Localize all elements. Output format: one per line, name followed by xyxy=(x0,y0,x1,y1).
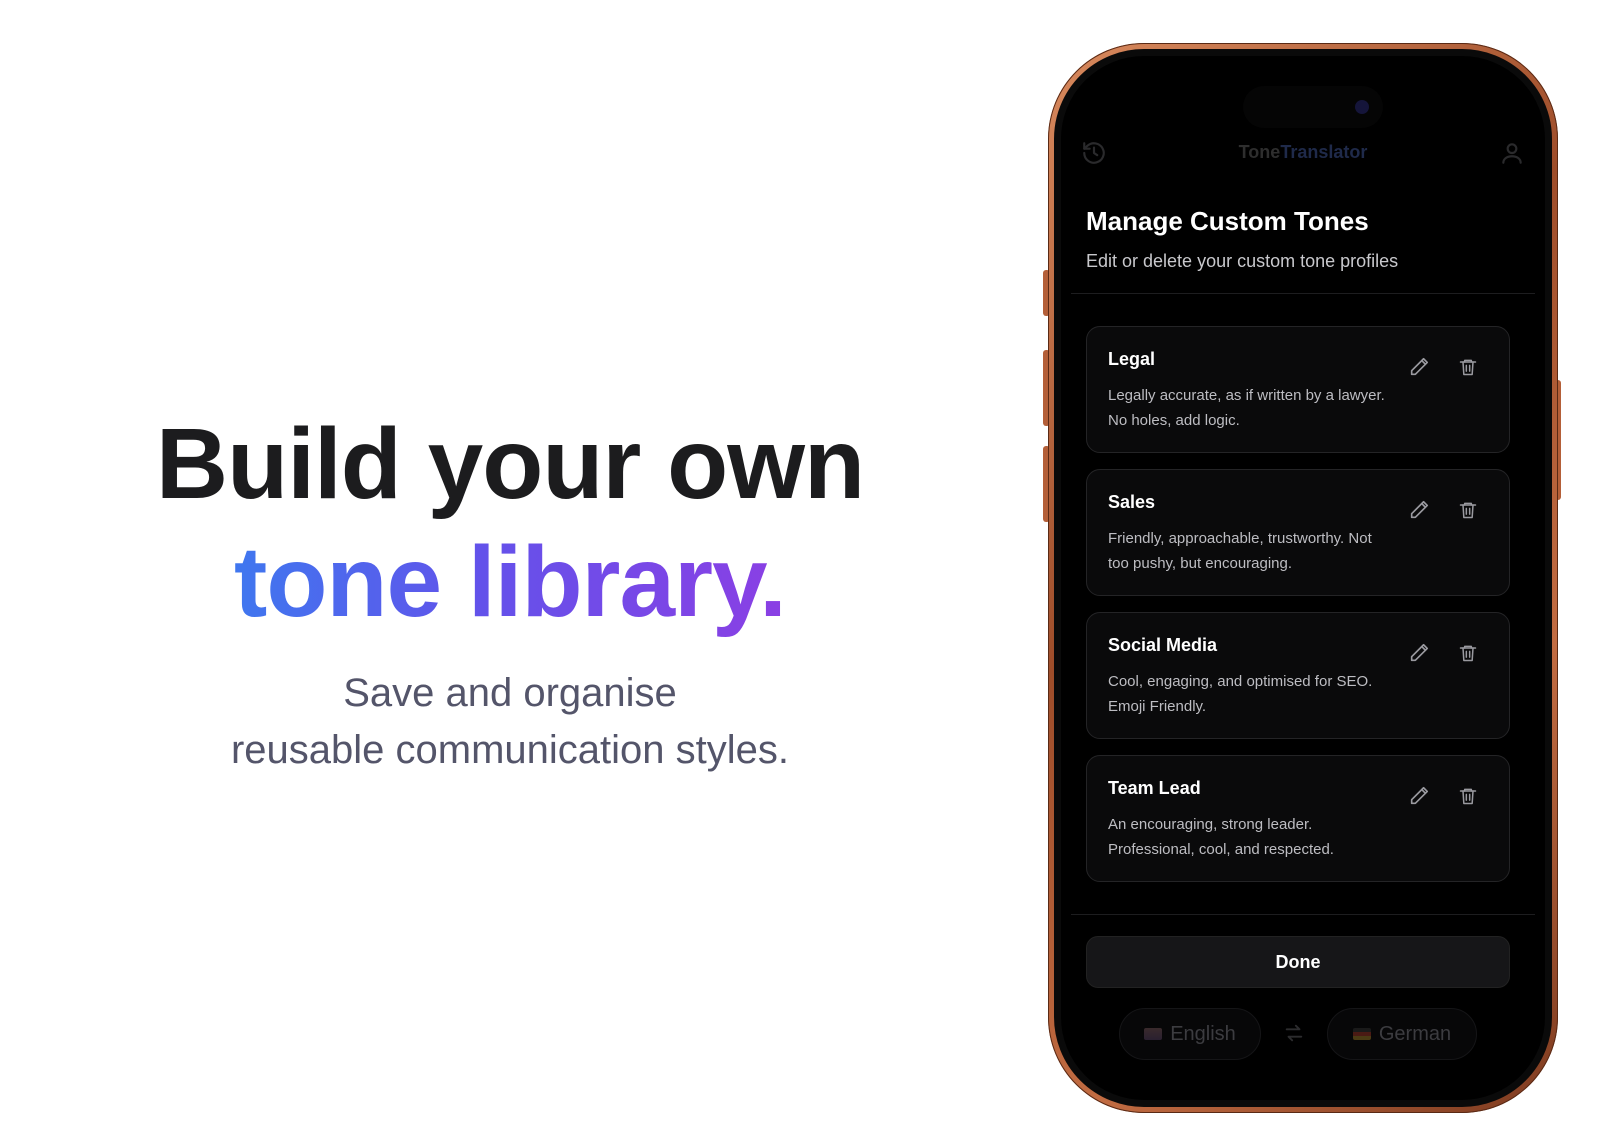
edit-tone-button[interactable] xyxy=(1405,353,1433,381)
done-button[interactable]: Done xyxy=(1086,936,1510,988)
app-title-part1: Tone xyxy=(1238,142,1281,162)
tone-description: An encouraging, strong leader. Professio… xyxy=(1108,816,1334,858)
swap-icon[interactable] xyxy=(1283,1022,1305,1044)
target-language-label: German xyxy=(1378,1022,1452,1045)
tone-card-legal: Legal Legally accurate, as if written by… xyxy=(1086,326,1510,453)
hero-subtitle-line1: Save and organise xyxy=(343,671,677,715)
edit-tone-button[interactable] xyxy=(1405,639,1433,667)
trash-icon xyxy=(1459,359,1477,376)
germany-flag-icon xyxy=(1352,1028,1371,1040)
tone-name: Legal xyxy=(1108,349,1156,369)
tone-card-sales: Sales Friendly, approachable, trustworth… xyxy=(1086,469,1510,596)
target-language-button[interactable]: German xyxy=(1327,1008,1477,1060)
hero-headline-accent: tone library. xyxy=(234,523,787,641)
tone-card-social-media: Social Media Cool, engaging, and optimis… xyxy=(1086,612,1510,739)
app-header: ToneTranslator xyxy=(1061,134,1545,174)
pencil-icon xyxy=(1410,786,1429,805)
user-icon[interactable] xyxy=(1499,140,1525,166)
pencil-icon xyxy=(1410,357,1429,376)
hero-headline: Build your own xyxy=(155,408,865,520)
hero: Build your own tone library. Save and or… xyxy=(90,405,930,779)
source-language-label: English xyxy=(1170,1022,1236,1045)
uk-flag-icon xyxy=(1144,1028,1163,1040)
dynamic-island xyxy=(1243,86,1383,128)
footer-divider xyxy=(1071,914,1535,915)
camera-dot xyxy=(1355,100,1369,114)
language-bar: English German xyxy=(1061,1008,1545,1064)
tone-name: Social Media xyxy=(1108,635,1218,655)
delete-tone-button[interactable] xyxy=(1454,782,1482,810)
sheet-header: Manage Custom Tones Edit or delete your … xyxy=(1086,206,1398,272)
phone-screen: ToneTranslator Manage Custom Tones Edit … xyxy=(1054,49,1552,1107)
delete-tone-button[interactable] xyxy=(1454,496,1482,524)
tone-name: Sales xyxy=(1108,492,1156,512)
pencil-icon xyxy=(1410,500,1429,519)
delete-tone-button[interactable] xyxy=(1454,639,1482,667)
edit-tone-button[interactable] xyxy=(1405,496,1433,524)
delete-tone-button[interactable] xyxy=(1454,353,1482,381)
tone-description: Cool, engaging, and optimised for SEO. E… xyxy=(1108,673,1373,715)
edit-tone-button[interactable] xyxy=(1405,782,1433,810)
tone-list: Legal Legally accurate, as if written by… xyxy=(1086,326,1510,898)
hero-subtitle-line2: reusable communication styles. xyxy=(230,728,790,772)
tone-card-team-lead: Team Lead An encouraging, strong leader.… xyxy=(1086,755,1510,882)
header-divider xyxy=(1071,293,1535,294)
phone-frame: ToneTranslator Manage Custom Tones Edit … xyxy=(1048,43,1558,1113)
source-language-button[interactable]: English xyxy=(1119,1008,1261,1060)
app-title-part2: Translator xyxy=(1280,142,1368,162)
hero-subtitle: Save and organise reusable communication… xyxy=(90,665,930,779)
sheet-title: Manage Custom Tones xyxy=(1086,206,1369,236)
trash-icon xyxy=(1459,788,1477,805)
app-title: ToneTranslator xyxy=(1061,142,1545,163)
sheet-subtitle: Edit or delete your custom tone profiles xyxy=(1086,251,1399,271)
trash-icon xyxy=(1459,645,1477,662)
pencil-icon xyxy=(1410,643,1429,662)
tone-name: Team Lead xyxy=(1108,778,1201,798)
tone-description: Legally accurate, as if written by a law… xyxy=(1108,387,1385,429)
tone-description: Friendly, approachable, trustworthy. Not… xyxy=(1108,530,1372,572)
trash-icon xyxy=(1459,502,1477,519)
